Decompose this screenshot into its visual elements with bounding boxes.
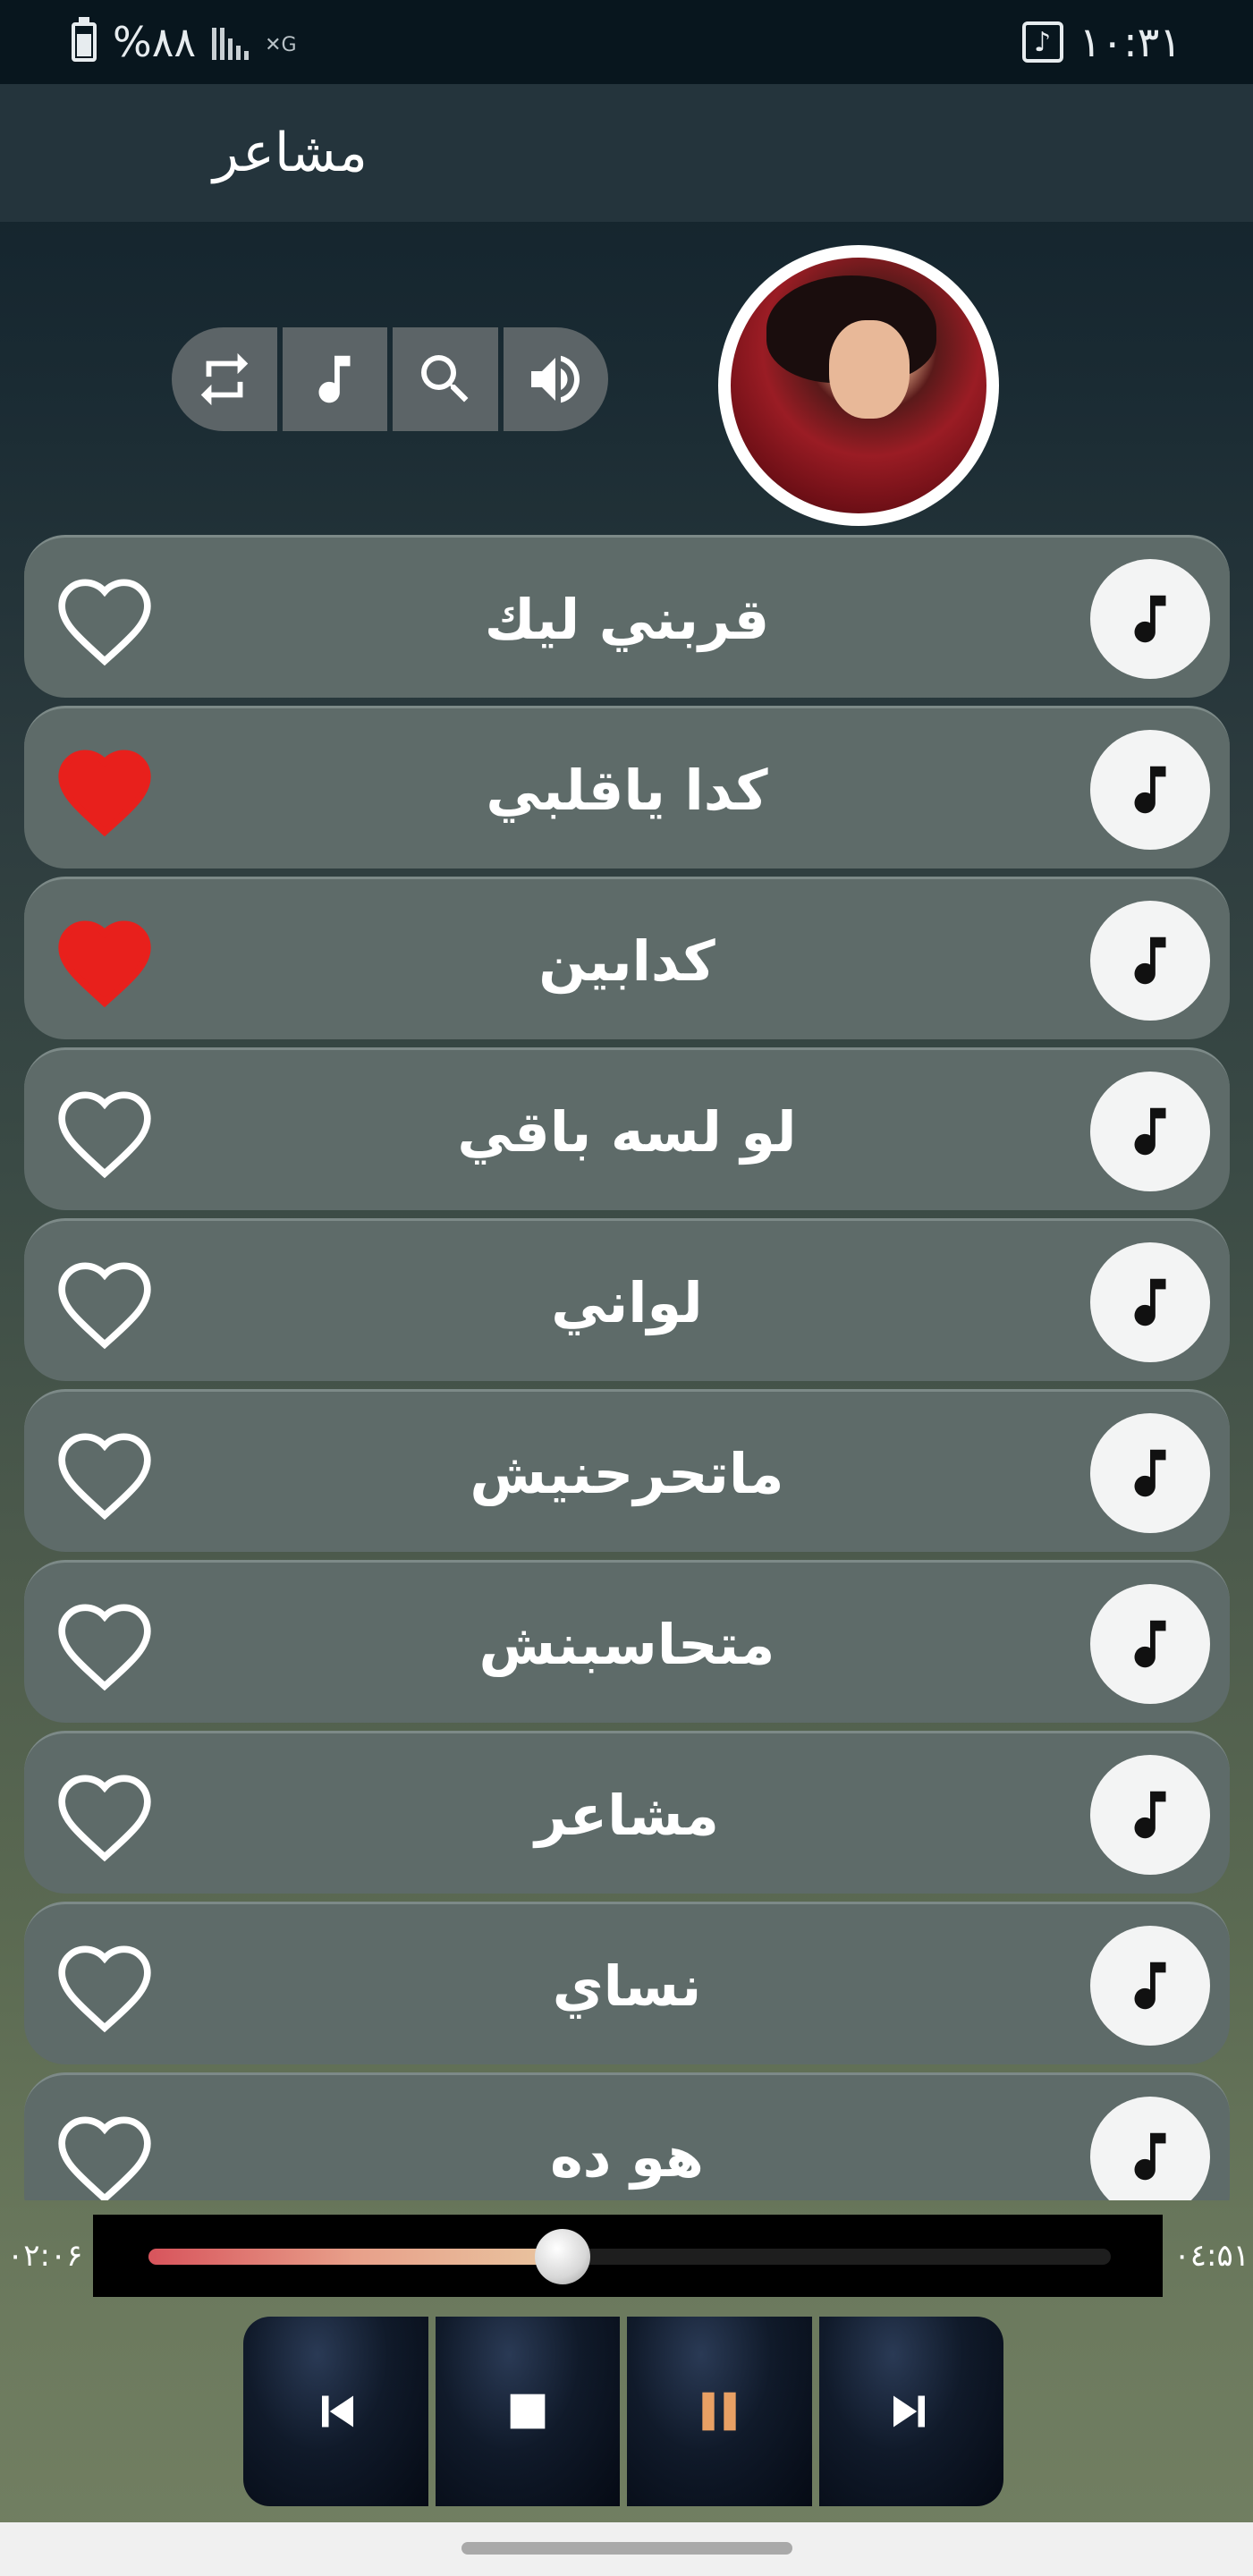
artist-photo [731,258,986,513]
song-title: هو ده [550,2123,704,2190]
control-buttons [172,327,608,431]
seek-area: ۰۲:۰۶ ۰٤:۵۱ [0,2202,1253,2301]
stop-icon [510,2394,546,2429]
seek-bar-progress [148,2249,563,2265]
transport-controls [243,2317,1003,2506]
song-list: قربني ليك كدا ياقلبي كدابين لو لسه باقي لوان… [24,535,1230,2200]
song-row[interactable]: كدا ياقلبي [24,706,1230,869]
song-title: لو لسه باقي [457,1098,797,1165]
status-time: ۱۰:۳۱ [1079,18,1181,66]
search-button[interactable] [393,327,498,431]
volume-button[interactable] [503,327,608,431]
music-notification-icon: ♪ [1021,21,1063,63]
music-note-icon[interactable] [1090,2097,1210,2200]
total-duration: ۰٤:۵۱ [1173,2238,1249,2274]
repeat-button[interactable] [172,327,277,431]
music-note-icon[interactable] [1090,559,1210,679]
song-row[interactable]: مشاعر [24,1731,1230,1894]
song-title: متحاسبنش [478,1611,775,1677]
pause-button[interactable] [627,2317,812,2506]
system-nav-bar [0,2522,1253,2576]
status-left: %۸۸ ✕G [72,17,297,66]
search-icon [420,355,469,402]
song-row[interactable]: قربني ليك [24,535,1230,698]
next-button[interactable] [818,2317,1003,2506]
seek-bar-thumb[interactable] [534,2229,590,2284]
heart-filled-icon[interactable] [51,741,158,839]
heart-filled-icon[interactable] [51,911,158,1010]
song-title: لواني [551,1269,703,1335]
previous-button[interactable] [243,2317,428,2506]
song-row[interactable]: كدابين [24,877,1230,1039]
song-row[interactable]: ماتحرحنيش [24,1389,1230,1552]
heart-outline-icon[interactable] [51,2107,158,2200]
music-note-icon[interactable] [1090,1755,1210,1875]
music-note-icon[interactable] [1090,901,1210,1021]
music-note-icon[interactable] [1090,1072,1210,1191]
skip-next-icon [893,2395,925,2428]
heart-outline-icon[interactable] [51,1936,158,2035]
music-note-icon[interactable] [1090,730,1210,850]
artist-avatar [718,245,999,526]
song-row[interactable]: لواني [24,1218,1230,1381]
battery-charging-icon [72,17,97,62]
skip-previous-icon [322,2395,354,2428]
status-right: ♪ ۱۰:۳۱ [1021,18,1181,66]
heart-outline-icon[interactable] [51,1766,158,1864]
heart-outline-icon[interactable] [51,570,158,668]
stop-button[interactable] [435,2317,620,2506]
song-title: كدابين [538,928,715,994]
elapsed-time: ۰۲:۰۶ [7,2238,83,2274]
music-note-icon[interactable] [1090,1926,1210,2046]
battery-percent: %۸۸ [113,18,197,66]
no-signal-icon: ✕G [265,34,297,56]
seek-bar-container [93,2215,1163,2297]
song-row[interactable]: هو ده [24,2072,1230,2200]
pause-icon [702,2392,736,2431]
song-title: كدا ياقلبي [486,757,768,823]
song-row[interactable]: متحاسبنش [24,1560,1230,1723]
signal-icon [212,24,250,60]
music-note-icon [318,355,351,403]
music-note-icon[interactable] [1090,1242,1210,1362]
music-note-icon[interactable] [1090,1413,1210,1533]
app-title: مشاعر [213,122,368,184]
home-indicator[interactable] [461,2542,792,2555]
song-row[interactable]: لو لسه باقي [24,1047,1230,1210]
seek-bar[interactable] [148,2229,1111,2284]
volume-icon [531,355,580,403]
song-title: مشاعر [535,1782,719,1848]
song-row[interactable]: نساي [24,1902,1230,2064]
song-title: ماتحرحنيش [470,1440,784,1506]
repeat-icon [200,352,248,406]
music-note-icon[interactable] [1090,1584,1210,1704]
heart-outline-icon[interactable] [51,1082,158,1181]
heart-outline-icon[interactable] [51,1424,158,1522]
heart-outline-icon[interactable] [51,1595,158,1693]
playlist-button[interactable] [282,327,387,431]
status-bar: %۸۸ ✕G ♪ ۱۰:۳۱ [0,0,1253,84]
song-title: قربني ليك [484,586,770,652]
song-title: نساي [552,1953,702,2019]
app-bar: مشاعر [0,84,1253,222]
heart-outline-icon[interactable] [51,1253,158,1352]
